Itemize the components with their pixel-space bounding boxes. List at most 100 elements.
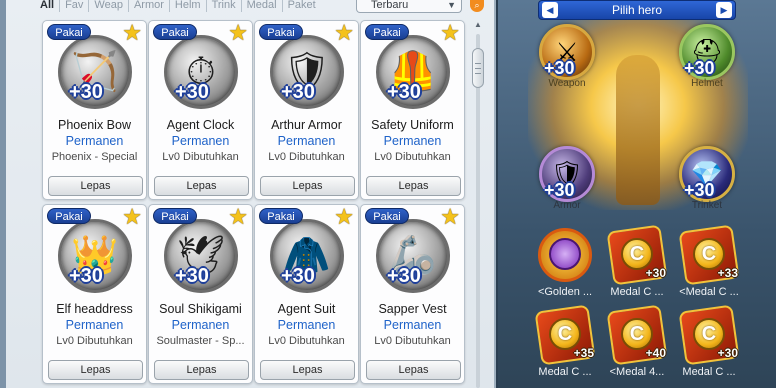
- favorite-star-icon[interactable]: ★: [122, 206, 142, 228]
- unequip-button[interactable]: Lepas: [260, 360, 355, 380]
- favorite-star-icon[interactable]: ★: [122, 22, 142, 44]
- filter-tabs: All Fav Weap Armor Helm Trink Medal Pake…: [40, 0, 321, 12]
- item-duration: Permanen: [171, 318, 230, 332]
- unequip-button[interactable]: Lepas: [366, 360, 461, 380]
- medal-label: Medal C ...: [610, 286, 664, 298]
- trinket-slot[interactable]: 💎 +30 Trinket: [674, 144, 740, 214]
- unequip-button[interactable]: Lepas: [48, 360, 143, 380]
- slot-bonus: +30: [544, 58, 575, 78]
- item-card[interactable]: 🦺 Pakai ★ +30 Safety Uniform Permanen Lv…: [360, 20, 465, 200]
- helmet-slot[interactable]: ⛑ +30 Helmet: [674, 22, 740, 92]
- scroll-up-icon[interactable]: ▲: [472, 20, 484, 32]
- scrollbar[interactable]: ▲: [472, 20, 484, 388]
- pakai-badge[interactable]: Pakai: [259, 24, 303, 40]
- medal-bonus: +30: [717, 346, 738, 360]
- bonus-label: +30: [387, 265, 421, 287]
- item-duration: Permanen: [383, 134, 442, 148]
- favorite-star-icon[interactable]: ★: [228, 22, 248, 44]
- favorite-star-icon[interactable]: ★: [440, 22, 460, 44]
- pakai-badge[interactable]: Pakai: [365, 208, 409, 224]
- medal-slot[interactable]: C +33 <Medal C ...: [676, 224, 742, 302]
- unequip-button[interactable]: Lepas: [154, 360, 249, 380]
- item-card[interactable]: ⏱ Pakai ★ +30 Agent Clock Permanen Lv0 D…: [148, 20, 253, 200]
- item-requirement: Lv0 Dibutuhkan: [374, 151, 451, 163]
- chevron-down-icon: ▼: [447, 0, 456, 10]
- unequip-button[interactable]: Lepas: [154, 176, 249, 196]
- item-card[interactable]: 🕊 Pakai ★ +30 Soul Shikigami Permanen So…: [148, 204, 253, 384]
- hero-panel: ◀ Pilih hero ▶ ⚔ +30 Weapon ⛑ +30 Helmet…: [498, 0, 776, 388]
- medal-label: Medal C ...: [682, 366, 736, 378]
- hero-selector-title: Pilih hero: [611, 3, 663, 17]
- item-grid: 🏹 Pakai ★ +30 Phoenix Bow Permanen Phoen…: [42, 20, 465, 388]
- medal-slot[interactable]: C +40 <Medal 4...: [604, 304, 670, 382]
- left-edge: [0, 0, 6, 388]
- tab-paket[interactable]: Paket: [288, 0, 321, 12]
- unequip-button[interactable]: Lepas: [366, 176, 461, 196]
- item-card[interactable]: 👑 Pakai ★ +30 Elf headdress Permanen Lv0…: [42, 204, 147, 384]
- slot-bonus: +30: [684, 58, 715, 78]
- medal-coin-icon: [549, 238, 581, 270]
- favorite-star-icon[interactable]: ★: [334, 22, 354, 44]
- unequip-button[interactable]: Lepas: [48, 176, 143, 196]
- item-duration: Permanen: [383, 318, 442, 332]
- favorite-star-icon[interactable]: ★: [440, 206, 460, 228]
- pakai-badge[interactable]: Pakai: [47, 24, 91, 40]
- bonus-label: +30: [69, 265, 103, 287]
- tab-all[interactable]: All: [40, 0, 61, 12]
- medal-label: <Golden ...: [537, 286, 593, 298]
- inventory-panel: All Fav Weap Armor Helm Trink Medal Pake…: [0, 0, 496, 388]
- pakai-badge[interactable]: Pakai: [153, 208, 197, 224]
- search-icon[interactable]: ⌕: [470, 0, 484, 12]
- medal-slot[interactable]: C +35 Medal C ...: [532, 304, 598, 382]
- medal-slot[interactable]: <Golden ...: [532, 226, 598, 302]
- pakai-badge[interactable]: Pakai: [259, 208, 303, 224]
- pakai-badge[interactable]: Pakai: [365, 24, 409, 40]
- slot-label: Helmet: [691, 78, 723, 89]
- item-requirement: Lv0 Dibutuhkan: [268, 151, 345, 163]
- item-card[interactable]: 🦾 Pakai ★ +30 Sapper Vest Permanen Lv0 D…: [360, 204, 465, 384]
- medal-slot[interactable]: C +30 Medal C ...: [604, 224, 670, 302]
- tab-fav[interactable]: Fav: [65, 0, 90, 12]
- medal-label: <Medal C ...: [679, 286, 739, 298]
- item-requirement: Lv0 Dibutuhkan: [374, 335, 451, 347]
- prev-hero-icon[interactable]: ◀: [542, 2, 558, 18]
- favorite-star-icon[interactable]: ★: [228, 206, 248, 228]
- bonus-label: +30: [281, 81, 315, 103]
- tab-helm[interactable]: Helm: [175, 0, 207, 12]
- sort-selected: Terbaru: [371, 0, 409, 11]
- item-card[interactable]: 🧥 Pakai ★ +30 Agent Suit Permanen Lv0 Di…: [254, 204, 359, 384]
- item-requirement: Lv0 Dibutuhkan: [56, 335, 133, 347]
- medal-label: <Medal 4...: [609, 366, 665, 378]
- armor-slot[interactable]: 🛡 +30 Armor: [534, 144, 600, 214]
- bonus-label: +30: [69, 81, 103, 103]
- bonus-label: +30: [175, 81, 209, 103]
- slot-label: Weapon: [548, 78, 586, 89]
- hero-selector[interactable]: ◀ Pilih hero ▶: [538, 0, 736, 20]
- bonus-label: +30: [175, 265, 209, 287]
- item-name: Sapper Vest: [378, 302, 447, 316]
- bonus-label: +30: [387, 81, 421, 103]
- tab-trink[interactable]: Trink: [212, 0, 242, 12]
- unequip-button[interactable]: Lepas: [260, 176, 355, 196]
- medal-label: Medal C ...: [538, 366, 592, 378]
- scroll-thumb[interactable]: [472, 48, 484, 88]
- item-duration: Permanen: [277, 134, 336, 148]
- tab-armor[interactable]: Armor: [134, 0, 170, 12]
- item-card[interactable]: 🛡 Pakai ★ +30 Arthur Armor Permanen Lv0 …: [254, 20, 359, 200]
- item-duration: Permanen: [171, 134, 230, 148]
- tab-medal[interactable]: Medal: [247, 0, 283, 12]
- sort-dropdown[interactable]: Terbaru ▼: [356, 0, 462, 13]
- tab-weap[interactable]: Weap: [94, 0, 129, 12]
- weapon-slot[interactable]: ⚔ +30 Weapon: [534, 22, 600, 92]
- pakai-badge[interactable]: Pakai: [47, 208, 91, 224]
- medal-bonus: +33: [717, 266, 738, 280]
- slot-bonus: +30: [544, 180, 575, 200]
- bonus-label: +30: [281, 265, 315, 287]
- favorite-star-icon[interactable]: ★: [334, 206, 354, 228]
- item-card[interactable]: 🏹 Pakai ★ +30 Phoenix Bow Permanen Phoen…: [42, 20, 147, 200]
- item-requirement: Soulmaster - Sp...: [156, 335, 245, 347]
- pakai-badge[interactable]: Pakai: [153, 24, 197, 40]
- medal-slot[interactable]: C +30 Medal C ...: [676, 304, 742, 382]
- item-name: Agent Suit: [277, 302, 336, 316]
- next-hero-icon[interactable]: ▶: [716, 2, 732, 18]
